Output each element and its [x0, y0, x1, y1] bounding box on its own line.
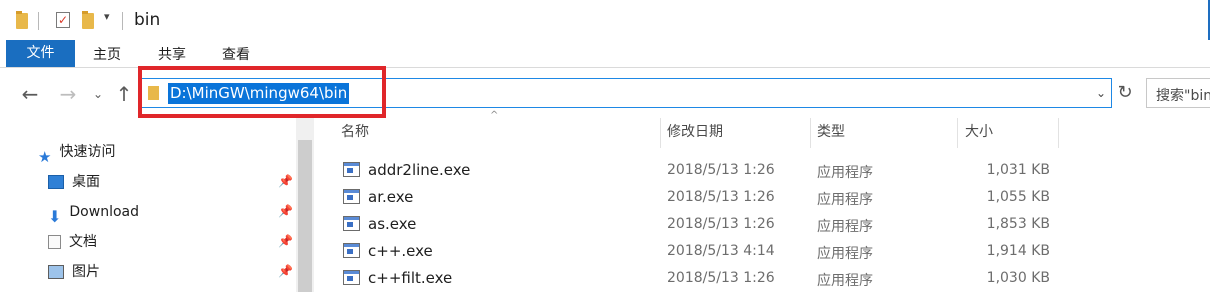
sidebar-item-label: 快速访问: [59, 144, 116, 160]
file-name[interactable]: ar.exe: [368, 188, 413, 206]
exe-file-icon: [343, 189, 360, 204]
window-title: bin: [134, 10, 161, 30]
pin-icon[interactable]: 📌: [278, 174, 293, 188]
file-modified: 2018/5/13 1:26: [667, 216, 775, 232]
sidebar-item-label: Download: [69, 204, 139, 220]
file-size: 1,853 KB: [986, 216, 1050, 232]
pin-icon[interactable]: 📌: [278, 234, 293, 248]
exe-file-icon: [343, 162, 360, 177]
file-name[interactable]: addr2line.exe: [368, 161, 470, 179]
sort-ascending-icon: ^: [490, 110, 499, 121]
sidebar-item-documents[interactable]: 文档: [48, 230, 97, 254]
tab-home[interactable]: 主页: [93, 40, 121, 67]
file-type: 应用程序: [817, 246, 873, 262]
exe-file-icon: [343, 216, 360, 231]
back-button[interactable]: ←: [18, 80, 42, 108]
file-name[interactable]: as.exe: [368, 215, 416, 233]
file-type: 应用程序: [817, 219, 873, 235]
file-name[interactable]: c++filt.exe: [368, 269, 452, 287]
column-divider[interactable]: [810, 118, 811, 148]
navigation-scroll-thumb[interactable]: [298, 140, 312, 292]
forward-button[interactable]: →: [56, 80, 80, 108]
file-type: 应用程序: [817, 192, 873, 208]
sidebar-item-quick-access[interactable]: ★ 快速访问: [38, 140, 116, 166]
documents-icon: [48, 235, 61, 249]
search-input[interactable]: 搜索"bin": [1156, 85, 1210, 105]
properties-check-icon[interactable]: ✓: [56, 12, 70, 28]
column-header-name[interactable]: 名称: [341, 118, 369, 148]
column-header-modified[interactable]: 修改日期: [667, 118, 723, 148]
address-highlight-annotation: [138, 66, 386, 118]
sidebar-item-label: 桌面: [72, 174, 100, 190]
file-size: 1,055 KB: [986, 189, 1050, 205]
star-icon: ★: [38, 148, 52, 166]
file-modified: 2018/5/13 1:26: [667, 189, 775, 205]
file-modified: 2018/5/13 1:26: [667, 270, 775, 286]
quick-access-toolbar-dropdown-icon[interactable]: ▾: [104, 10, 110, 23]
sidebar-item-desktop[interactable]: 桌面: [48, 170, 100, 194]
file-size: 1,914 KB: [986, 243, 1050, 259]
exe-file-icon: [343, 243, 360, 258]
column-header-size[interactable]: 大小: [965, 118, 993, 148]
desktop-icon: [48, 175, 64, 189]
up-button[interactable]: ↑: [112, 80, 136, 108]
column-divider[interactable]: [1058, 118, 1059, 148]
exe-file-icon: [343, 270, 360, 285]
address-history-chevron-icon[interactable]: ⌄: [1093, 80, 1109, 106]
tab-share[interactable]: 共享: [158, 40, 186, 67]
pin-icon[interactable]: 📌: [278, 204, 293, 218]
recent-locations-chevron-icon[interactable]: ⌄: [86, 80, 110, 108]
sidebar-item-label: 图片: [72, 264, 100, 280]
separator: [122, 12, 123, 30]
tab-view[interactable]: 查看: [222, 40, 250, 67]
tab-file[interactable]: 文件: [6, 40, 75, 67]
file-size: 1,030 KB: [986, 270, 1050, 286]
separator: [38, 12, 39, 30]
column-header-type[interactable]: 类型: [817, 118, 845, 148]
file-name[interactable]: c++.exe: [368, 242, 433, 260]
sidebar-item-download[interactable]: ⬇ Download: [48, 200, 139, 226]
column-divider[interactable]: [660, 118, 661, 148]
file-type: 应用程序: [817, 273, 873, 289]
pictures-icon: [48, 265, 64, 279]
file-modified: 2018/5/13 4:14: [667, 243, 775, 259]
sidebar-item-label: 文档: [69, 234, 97, 250]
refresh-button[interactable]: ↻: [1114, 80, 1136, 106]
file-size: 1,031 KB: [986, 162, 1050, 178]
file-type: 应用程序: [817, 165, 873, 181]
folder-icon: [16, 11, 28, 29]
title-bar: [0, 0, 1210, 40]
file-modified: 2018/5/13 1:26: [667, 162, 775, 178]
column-divider[interactable]: [957, 118, 958, 148]
sidebar-item-pictures[interactable]: 图片: [48, 260, 100, 284]
pin-icon[interactable]: 📌: [278, 264, 293, 278]
new-folder-icon[interactable]: [82, 11, 94, 29]
download-icon: ⬇: [48, 207, 62, 226]
